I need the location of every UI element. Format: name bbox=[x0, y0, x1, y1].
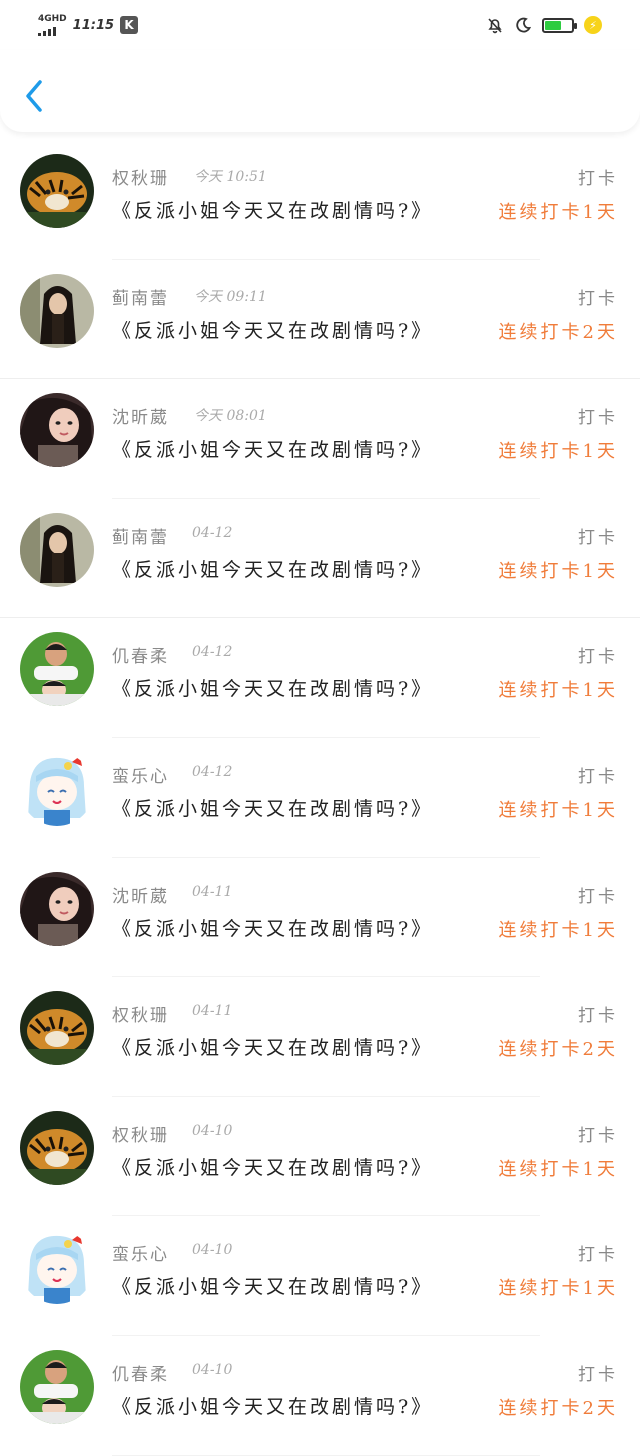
streak-label: 连续打卡1天 bbox=[498, 799, 618, 821]
list-item[interactable]: 仉春柔 04-12 《反派小姐今天又在改剧情吗?》 打卡 连续打卡1天 bbox=[0, 618, 640, 738]
checkin-time: 04-12 bbox=[192, 644, 233, 661]
user-name: 蛮乐心 bbox=[112, 766, 169, 787]
list-item[interactable]: 蓟南蕾 今天 09:11 《反派小姐今天又在改剧情吗?》 打卡 连续打卡2天 bbox=[0, 260, 640, 380]
checkin-label: 打卡 bbox=[578, 288, 618, 309]
avatar[interactable] bbox=[20, 871, 94, 946]
moon-icon bbox=[516, 17, 532, 33]
checkin-label: 打卡 bbox=[578, 527, 618, 548]
checkin-label: 打卡 bbox=[578, 766, 618, 787]
user-name: 仉春柔 bbox=[112, 1364, 169, 1385]
status-bar: 4GHD 11:15 K ⚡ bbox=[0, 0, 640, 50]
avatar[interactable] bbox=[20, 751, 94, 826]
user-name: 蓟南蕾 bbox=[112, 527, 169, 548]
user-name: 沈昕葳 bbox=[112, 886, 169, 907]
streak-label: 连续打卡2天 bbox=[498, 321, 618, 343]
streak-label: 连续打卡1天 bbox=[498, 202, 618, 223]
checkin-label: 打卡 bbox=[578, 1364, 618, 1385]
checkin-time: 04-10 bbox=[192, 1361, 233, 1378]
checkin-time: 今天 08:01 bbox=[194, 408, 267, 425]
list-item[interactable]: 蛮乐心 04-12 《反派小姐今天又在改剧情吗?》 打卡 连续打卡1天 bbox=[0, 738, 640, 858]
book-title: 《反派小姐今天又在改剧情吗?》 bbox=[112, 200, 434, 222]
checkin-list: 权秋珊 今天 10:51 《反派小姐今天又在改剧情吗?》 打卡 连续打卡1天 蓟… bbox=[0, 140, 640, 1456]
list-item[interactable]: 权秋珊 04-11 《反派小姐今天又在改剧情吗?》 打卡 连续打卡2天 bbox=[0, 977, 640, 1097]
avatar[interactable] bbox=[20, 1349, 94, 1424]
status-right: ⚡ bbox=[486, 16, 602, 34]
avatar[interactable] bbox=[20, 512, 94, 587]
list-item[interactable]: 沈昕葳 04-11 《反派小姐今天又在改剧情吗?》 打卡 连续打卡1天 bbox=[0, 858, 640, 978]
checkin-time: 04-10 bbox=[192, 1242, 233, 1259]
user-name: 权秋珊 bbox=[112, 1125, 169, 1146]
checkin-time: 04-11 bbox=[192, 883, 233, 900]
streak-label: 连续打卡2天 bbox=[498, 1039, 618, 1061]
list-item[interactable]: 权秋珊 今天 10:51 《反派小姐今天又在改剧情吗?》 打卡 连续打卡1天 bbox=[0, 140, 640, 260]
user-name: 沈昕葳 bbox=[112, 408, 169, 429]
checkin-label: 打卡 bbox=[578, 1125, 618, 1146]
user-name: 权秋珊 bbox=[112, 1006, 169, 1027]
checkin-time: 今天 10:51 bbox=[194, 169, 267, 185]
network-type: 4GHD bbox=[38, 13, 67, 24]
checkin-label: 打卡 bbox=[578, 1245, 618, 1266]
avatar[interactable] bbox=[20, 273, 94, 348]
user-name: 权秋珊 bbox=[112, 169, 169, 189]
avatar[interactable] bbox=[20, 1110, 94, 1185]
app-badge-icon: K bbox=[120, 16, 139, 34]
header-bar bbox=[0, 50, 640, 132]
avatar[interactable] bbox=[20, 991, 94, 1066]
streak-label: 连续打卡1天 bbox=[498, 441, 618, 463]
checkin-time: 04-12 bbox=[192, 763, 233, 780]
avatar[interactable] bbox=[20, 154, 94, 228]
streak-label: 连续打卡1天 bbox=[498, 1278, 618, 1300]
book-title: 《反派小姐今天又在改剧情吗?》 bbox=[112, 917, 434, 940]
user-name: 蛮乐心 bbox=[112, 1245, 169, 1266]
battery-icon bbox=[542, 17, 577, 33]
user-name: 仉春柔 bbox=[112, 647, 169, 668]
signal-icon: 4GHD bbox=[38, 13, 67, 36]
book-title: 《反派小姐今天又在改剧情吗?》 bbox=[112, 1156, 434, 1179]
checkin-label: 打卡 bbox=[578, 169, 618, 189]
streak-label: 连续打卡1天 bbox=[498, 919, 618, 941]
checkin-label: 打卡 bbox=[578, 408, 618, 429]
mute-bell-icon bbox=[488, 18, 502, 34]
list-item[interactable]: 蛮乐心 04-10 《反派小姐今天又在改剧情吗?》 打卡 连续打卡1天 bbox=[0, 1216, 640, 1336]
checkin-label: 打卡 bbox=[578, 647, 618, 668]
list-item[interactable]: 仉春柔 04-10 《反派小姐今天又在改剧情吗?》 打卡 连续打卡2天 bbox=[0, 1336, 640, 1456]
streak-label: 连续打卡1天 bbox=[498, 680, 618, 702]
charging-icon: ⚡ bbox=[584, 16, 602, 34]
book-title: 《反派小姐今天又在改剧情吗?》 bbox=[112, 1037, 434, 1060]
streak-label: 连续打卡1天 bbox=[498, 560, 618, 582]
book-title: 《反派小姐今天又在改剧情吗?》 bbox=[112, 319, 434, 342]
book-title: 《反派小姐今天又在改剧情吗?》 bbox=[112, 678, 434, 701]
checkin-time: 04-10 bbox=[192, 1122, 233, 1139]
book-title: 《反派小姐今天又在改剧情吗?》 bbox=[112, 558, 434, 581]
book-title: 《反派小姐今天又在改剧情吗?》 bbox=[112, 1276, 434, 1299]
avatar[interactable] bbox=[20, 1230, 94, 1305]
back-chevron-icon[interactable] bbox=[22, 78, 48, 114]
book-title: 《反派小姐今天又在改剧情吗?》 bbox=[112, 439, 434, 462]
book-title: 《反派小姐今天又在改剧情吗?》 bbox=[112, 1395, 434, 1418]
checkin-time: 04-12 bbox=[192, 524, 233, 541]
list-item[interactable]: 沈昕葳 今天 08:01 《反派小姐今天又在改剧情吗?》 打卡 连续打卡1天 bbox=[0, 379, 640, 499]
checkin-time: 今天 09:11 bbox=[194, 288, 267, 305]
streak-label: 连续打卡2天 bbox=[498, 1397, 618, 1419]
list-item[interactable]: 权秋珊 04-10 《反派小姐今天又在改剧情吗?》 打卡 连续打卡1天 bbox=[0, 1097, 640, 1217]
user-name: 蓟南蕾 bbox=[112, 288, 169, 309]
streak-label: 连续打卡1天 bbox=[498, 1158, 618, 1180]
checkin-label: 打卡 bbox=[578, 1006, 618, 1027]
book-title: 《反派小姐今天又在改剧情吗?》 bbox=[112, 797, 434, 820]
avatar[interactable] bbox=[20, 393, 94, 468]
checkin-time: 04-11 bbox=[192, 1003, 233, 1020]
list-item[interactable]: 蓟南蕾 04-12 《反派小姐今天又在改剧情吗?》 打卡 连续打卡1天 bbox=[0, 499, 640, 619]
avatar[interactable] bbox=[20, 632, 94, 707]
status-left: 4GHD 11:15 K bbox=[38, 13, 139, 36]
checkin-label: 打卡 bbox=[578, 886, 618, 907]
clock: 11:15 bbox=[72, 17, 115, 33]
